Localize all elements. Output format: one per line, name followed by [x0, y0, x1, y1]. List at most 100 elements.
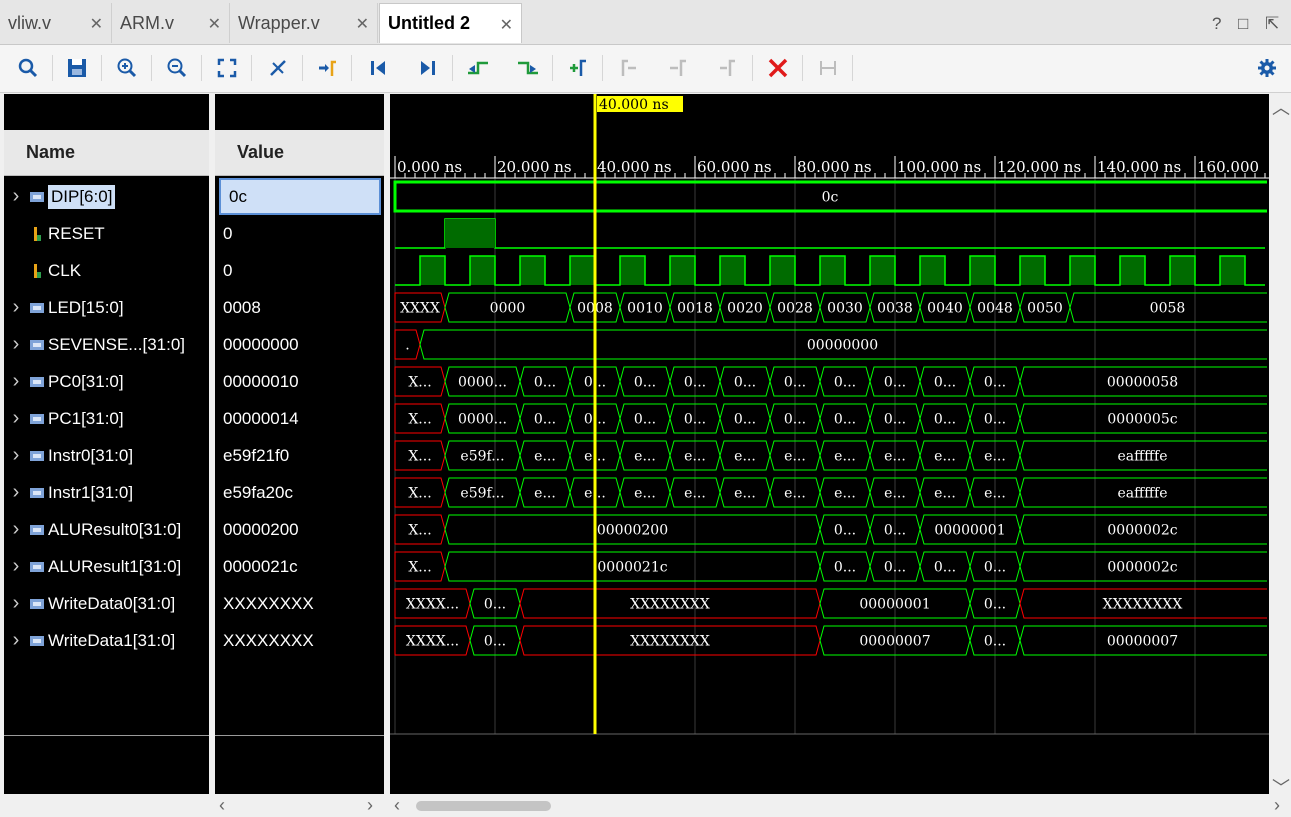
close-icon[interactable]: ✕ — [90, 14, 103, 34]
bus-value-label: 0... — [734, 375, 756, 391]
swap-cursors-icon[interactable] — [811, 51, 845, 85]
signal-row-instr0-31-0[interactable]: › Instr0[31:0] — [4, 437, 213, 474]
vertical-scrollbar[interactable]: ︿ ﹀ — [1269, 94, 1291, 798]
scroll-thumb[interactable] — [416, 801, 551, 811]
zoom-fit-icon[interactable] — [210, 51, 244, 85]
delete-markers-icon[interactable] — [761, 51, 795, 85]
scroll-right-icon[interactable]: › — [1274, 795, 1280, 816]
value-column-header[interactable]: Value — [215, 130, 384, 176]
save-icon[interactable] — [60, 51, 94, 85]
signal-value[interactable]: 0008 — [215, 289, 381, 326]
bus-value-label: 0... — [984, 412, 1006, 428]
clock-high-fill — [720, 256, 745, 285]
tab-untitled-2[interactable]: Untitled 2 ✕ — [379, 3, 522, 43]
bus-value-label: 0000002c — [1107, 560, 1177, 576]
bus-value-label: e... — [634, 449, 656, 465]
add-marker-icon[interactable] — [561, 51, 595, 85]
signal-row-aluresult1-31-0[interactable]: › ALUResult1[31:0] — [4, 548, 213, 585]
waveform-panel[interactable]: 0.000 ns 20.000 ns 40.000 ns 60.000 ns 80.00… — [390, 94, 1269, 794]
bus-value-label: X... — [408, 486, 431, 502]
scroll-left-icon[interactable]: ‹ — [219, 795, 225, 816]
signal-row-sevense-31-0[interactable]: › SEVENSE...[31:0] — [4, 326, 213, 363]
value-horizontal-scrollbar[interactable]: ‹ › — [215, 795, 384, 817]
signal-value[interactable]: e59f21f0 — [215, 437, 381, 474]
signal-value[interactable]: 0000021c — [215, 548, 381, 585]
next-transition-icon[interactable] — [511, 51, 545, 85]
signal-value[interactable]: XXXXXXXX — [215, 585, 381, 622]
clock-high-fill — [620, 256, 645, 285]
expand-chevron-icon[interactable]: › — [4, 296, 28, 319]
settings-icon[interactable] — [1250, 51, 1284, 85]
bus-value-label: 0058 — [1150, 301, 1186, 317]
time-tick-label: 40.000 ns — [597, 158, 672, 176]
bus-icon — [28, 338, 46, 352]
signal-value[interactable]: 00000010 — [215, 363, 381, 400]
tab-vliw[interactable]: vliw.v ✕ — [0, 3, 112, 43]
zoom-out-icon[interactable] — [160, 51, 194, 85]
maximize-icon[interactable]: ⇱ — [1265, 14, 1279, 34]
signal-row-writedata0-31-0[interactable]: › WriteData0[31:0] — [4, 585, 213, 622]
expand-chevron-icon[interactable]: › — [4, 592, 28, 615]
go-to-start-icon[interactable] — [361, 51, 395, 85]
bus-value-label: 0038 — [877, 301, 913, 317]
bus-value-label: 0... — [684, 375, 706, 391]
signal-row-reset[interactable]: RESET — [4, 215, 213, 252]
bus-value-label: e... — [884, 486, 906, 502]
signal-row-dip-6-0[interactable]: › DIP[6:0] — [4, 178, 213, 215]
close-icon[interactable]: ✕ — [208, 14, 221, 34]
signal-value[interactable]: e59fa20c — [215, 474, 381, 511]
signal-row-aluresult0-31-0[interactable]: › ALUResult0[31:0] — [4, 511, 213, 548]
scroll-left-icon[interactable]: ‹ — [394, 795, 400, 816]
next-marker-icon[interactable] — [661, 51, 695, 85]
restore-icon[interactable]: □ — [1238, 14, 1248, 34]
help-icon[interactable]: ? — [1212, 14, 1221, 34]
close-icon[interactable]: ✕ — [356, 14, 369, 34]
expand-chevron-icon[interactable]: › — [4, 555, 28, 578]
signal-value[interactable]: 0 — [215, 215, 381, 252]
expand-chevron-icon[interactable]: › — [4, 370, 28, 393]
signal-row-pc0-31-0[interactable]: › PC0[31:0] — [4, 363, 213, 400]
expand-chevron-icon[interactable]: › — [4, 518, 28, 541]
search-icon[interactable] — [11, 51, 45, 85]
cursor-to-zero-icon[interactable] — [261, 51, 295, 85]
expand-chevron-icon[interactable]: › — [4, 407, 28, 430]
scroll-right-icon[interactable]: › — [367, 795, 373, 816]
previous-marker-icon[interactable] — [611, 51, 645, 85]
go-to-end-icon[interactable] — [411, 51, 445, 85]
bus-value-label: 0000021c — [597, 560, 667, 576]
bus-value-label: 0... — [784, 412, 806, 428]
tab-wrapper[interactable]: Wrapper.v ✕ — [230, 3, 378, 43]
signal-row-pc1-31-0[interactable]: › PC1[31:0] — [4, 400, 213, 437]
signal-row-instr1-31-0[interactable]: › Instr1[31:0] — [4, 474, 213, 511]
signal-value[interactable]: 00000200 — [215, 511, 381, 548]
signal-row-led-15-0[interactable]: › LED[15:0] — [4, 289, 213, 326]
tab-arm[interactable]: ARM.v ✕ — [112, 3, 230, 43]
expand-chevron-icon[interactable]: › — [4, 481, 28, 504]
previous-transition-icon[interactable] — [461, 51, 495, 85]
name-column-header[interactable]: Name — [4, 130, 209, 176]
signal-value[interactable]: 00000014 — [215, 400, 381, 437]
scroll-up-icon[interactable]: ︿ — [1272, 94, 1290, 120]
signal-value[interactable]: 00000000 — [215, 326, 381, 363]
remove-marker-icon[interactable] — [711, 51, 745, 85]
bus-value-label: e... — [734, 449, 756, 465]
wave-horizontal-scrollbar[interactable]: ‹ › — [390, 795, 1291, 817]
bus-value-label: e... — [684, 449, 706, 465]
bus-value-label: 0... — [884, 412, 906, 428]
zoom-in-icon[interactable] — [110, 51, 144, 85]
bus-icon — [28, 375, 46, 389]
signal-row-writedata1-31-0[interactable]: › WriteData1[31:0] — [4, 622, 213, 659]
signal-value[interactable]: 0 — [215, 252, 381, 289]
expand-chevron-icon[interactable]: › — [4, 185, 28, 208]
waveform-canvas[interactable]: 0.000 ns 20.000 ns 40.000 ns 60.000 ns 80.00… — [390, 94, 1269, 794]
expand-chevron-icon[interactable]: › — [4, 333, 28, 356]
bus-value-label: 0... — [884, 560, 906, 576]
close-icon[interactable]: ✕ — [500, 15, 513, 35]
signal-value[interactable]: 0c — [219, 178, 381, 215]
go-to-cursor-icon[interactable] — [310, 51, 344, 85]
waveform-toolbar — [0, 45, 1291, 93]
signal-value[interactable]: XXXXXXXX — [215, 622, 381, 659]
expand-chevron-icon[interactable]: › — [4, 629, 28, 652]
expand-chevron-icon[interactable]: › — [4, 444, 28, 467]
signal-row-clk[interactable]: CLK — [4, 252, 213, 289]
